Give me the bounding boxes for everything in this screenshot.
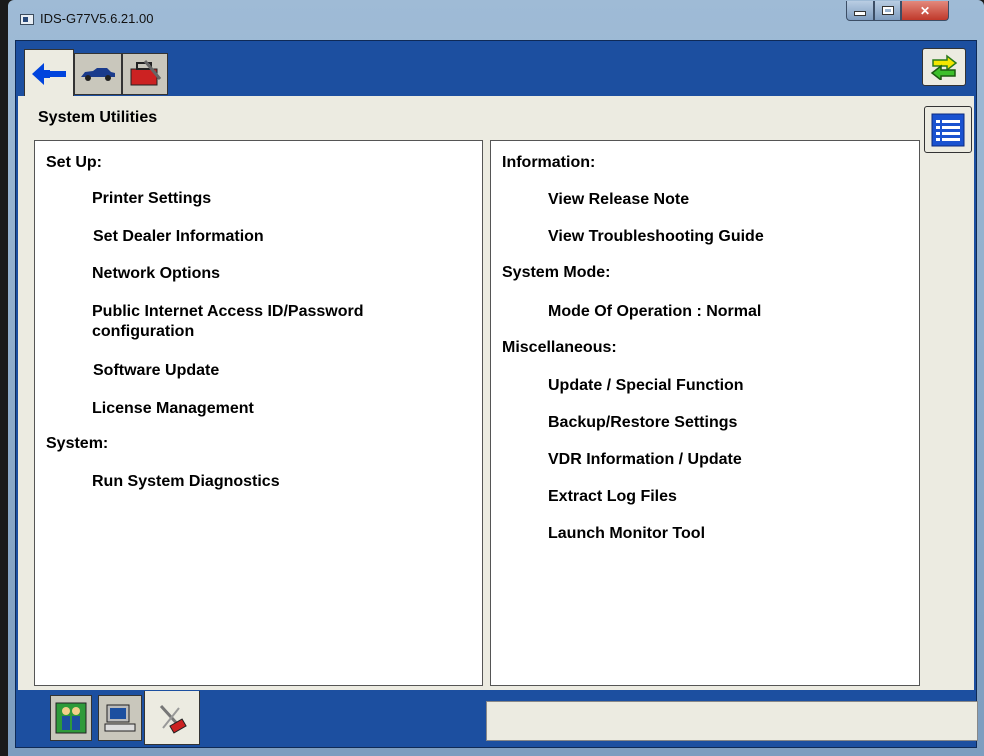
minimize-button[interactable] (846, 1, 874, 21)
tab-toolbox[interactable] (122, 53, 168, 95)
list-menu-button[interactable] (924, 106, 972, 153)
menu-item-mode-of-operation[interactable]: Mode Of Operation : Normal (548, 302, 761, 322)
tools-icon (159, 704, 187, 734)
menu-item-vdr-information-update[interactable]: VDR Information / Update (548, 450, 742, 470)
window-title: IDS-G77V5.6.21.00 (40, 11, 154, 26)
vehicle-icon (81, 68, 115, 81)
tab-connect[interactable] (24, 49, 74, 97)
close-button[interactable]: ✕ (901, 1, 949, 21)
status-bar (486, 701, 978, 741)
toolbox-icon (130, 60, 162, 86)
menu-item-update-special-function[interactable]: Update / Special Function (548, 376, 744, 396)
information-column: Information: View Release Note View Trou… (490, 140, 920, 686)
section-heading-miscellaneous: Miscellaneous: (502, 339, 617, 356)
people-icon (55, 702, 87, 734)
client-area: System Utilities Set Up: Printer Setting… (15, 40, 978, 749)
setup-column: Set Up: Printer Settings Set Dealer Info… (34, 140, 483, 686)
menu-item-network-options[interactable]: Network Options (92, 264, 220, 284)
maximize-button[interactable] (874, 1, 901, 21)
swap-button[interactable] (922, 48, 966, 86)
close-icon: ✕ (919, 3, 931, 18)
menu-item-license-management[interactable]: License Management (92, 399, 254, 419)
tab-vehicle[interactable] (74, 53, 122, 95)
menu-item-printer-settings[interactable]: Printer Settings (92, 189, 211, 209)
application-window: IDS-G77V5.6.21.00 ✕ System Utilities Set… (8, 0, 984, 756)
maximize-icon (881, 6, 894, 15)
menu-item-launch-monitor-tool[interactable]: Launch Monitor Tool (548, 524, 705, 544)
computer-icon (104, 704, 136, 732)
bottom-tab-bar (16, 691, 978, 749)
section-heading-system-mode: System Mode: (502, 264, 611, 281)
section-heading-information: Information: (502, 154, 596, 171)
minimize-icon (854, 11, 866, 16)
swap-arrows-icon (930, 54, 958, 80)
tab-people[interactable] (50, 695, 92, 741)
menu-item-view-release-note[interactable]: View Release Note (548, 190, 689, 210)
section-heading-system: System: (46, 435, 109, 452)
menu-item-backup-restore-settings[interactable]: Backup/Restore Settings (548, 413, 737, 433)
menu-item-public-internet-access[interactable]: Public Internet Access ID/Password confi… (92, 302, 452, 342)
connect-arrow-icon (32, 62, 66, 85)
app-icon (20, 14, 34, 25)
menu-item-set-dealer-information[interactable]: Set Dealer Information (93, 227, 264, 247)
title-bar[interactable]: IDS-G77V5.6.21.00 ✕ (8, 0, 984, 40)
section-heading-setup: Set Up: (46, 154, 102, 171)
menu-item-software-update[interactable]: Software Update (93, 361, 219, 381)
menu-item-extract-log-files[interactable]: Extract Log Files (548, 487, 677, 507)
menu-item-run-system-diagnostics[interactable]: Run System Diagnostics (92, 472, 280, 492)
tab-tools[interactable] (144, 691, 200, 745)
page-title: System Utilities (38, 109, 158, 126)
list-menu-icon (931, 113, 965, 146)
main-panel: System Utilities Set Up: Printer Setting… (18, 96, 974, 690)
tab-computer[interactable] (98, 695, 142, 741)
menu-item-view-troubleshooting-guide[interactable]: View Troubleshooting Guide (548, 227, 764, 247)
